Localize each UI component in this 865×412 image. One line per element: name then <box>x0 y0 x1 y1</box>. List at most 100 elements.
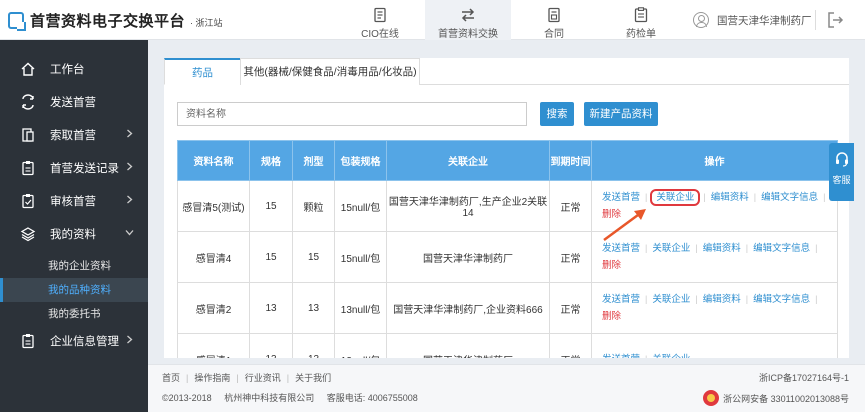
copyright-company: 杭州神中科技有限公司 <box>224 393 315 403</box>
footer-divider: | <box>186 373 189 383</box>
cell-name: 感冒清2 <box>177 282 250 334</box>
sidebar-sub-authorization[interactable]: 我的委托书 <box>0 302 148 326</box>
link-company-link[interactable]: 关联企业 <box>652 354 690 359</box>
product-table: 资料名称 规格 剂型 包装规格 关联企业 到期时间 操作 感冒清5(测试) 15… <box>177 140 838 358</box>
contract-icon <box>548 7 560 23</box>
sidebar-item-my-materials[interactable]: 我的资料 <box>0 217 148 250</box>
cell-form: 13 <box>292 333 335 358</box>
header-divider <box>815 10 816 30</box>
table-row: 感冒清4 15 15 15null/包 国营天津华津制药厂 正常 发送首营 | 关联… <box>177 231 838 283</box>
action-divider: | <box>645 294 648 304</box>
cell-spec: 13 <box>249 333 293 358</box>
cell-name: 感冒清1 <box>177 333 250 358</box>
link-company-link[interactable]: 关联企业 <box>652 243 690 254</box>
sidebar-item-audit[interactable]: 审核首营 <box>0 184 148 217</box>
cell-pack: 15null/包 <box>334 231 387 283</box>
police-record-text: 浙公网安备 33011002013088号 <box>723 393 849 404</box>
edit-text-link[interactable]: 编辑文字信息 <box>753 294 810 305</box>
search-input[interactable] <box>177 102 527 126</box>
record-icon <box>22 160 34 175</box>
tab-drugs[interactable]: 药品 <box>164 58 241 85</box>
tab-bar: 药品 其他(器械/保健食品/消毒用品/化妆品) <box>164 58 849 85</box>
action-divider: | <box>815 243 818 253</box>
footer-link-home[interactable]: 首页 <box>162 373 180 383</box>
link-company-link[interactable]: 关联企业 <box>650 189 701 206</box>
sidebar-item-label: 首营发送记录 <box>50 162 119 175</box>
cell-form: 15 <box>292 231 335 283</box>
logo-site: · 浙江站 <box>190 17 223 28</box>
edit-link[interactable]: 编辑资料 <box>703 243 741 254</box>
chevron-right-icon <box>127 129 133 138</box>
action-divider: | <box>753 192 757 202</box>
sidebar-item-label: 索取首营 <box>50 129 96 142</box>
action-divider: | <box>645 354 647 359</box>
edit-link[interactable]: 编辑资料 <box>703 294 741 305</box>
new-product-button[interactable]: 新建产品资料 <box>584 102 658 126</box>
user-menu[interactable]: 国营天津华津制药厂 <box>693 12 812 28</box>
action-divider: | <box>745 294 749 304</box>
cell-expiry: 正常 <box>549 333 592 358</box>
sidebar: 工作台 发送首营 索取首营 首营发送记录 审核首营 我的资料 我的企业资料 我的… <box>0 40 148 412</box>
cell-pack: 15null/包 <box>334 180 387 232</box>
nav-label: CIO在线 <box>361 29 399 40</box>
sidebar-item-label: 工作台 <box>50 63 85 76</box>
sidebar-sub-product-info[interactable]: 我的品种资料 <box>0 278 148 302</box>
send-icon <box>22 93 34 110</box>
logout-icon[interactable] <box>826 11 844 29</box>
chevron-down-icon <box>125 230 134 236</box>
col-header-expiry: 到期时间 <box>549 140 592 181</box>
nav-cio-online[interactable]: CIO在线 <box>339 0 421 40</box>
link-company-link[interactable]: 关联企业 <box>652 294 690 305</box>
sidebar-item-workbench[interactable]: 工作台 <box>0 52 148 85</box>
action-divider: | <box>745 243 749 253</box>
customer-service-tab[interactable]: 客服 <box>829 143 854 201</box>
delete-link[interactable]: 删除 <box>602 311 621 322</box>
col-header-name: 资料名称 <box>177 140 250 181</box>
send-link[interactable]: 发送首营 <box>602 294 640 305</box>
edit-text-link[interactable]: 编辑文字信息 <box>761 192 818 203</box>
cell-actions: 发送首营 | 关联企业 | 编辑资料 | 编辑文字信息 | 删除 <box>591 282 838 334</box>
sidebar-sub-enterprise-info[interactable]: 我的企业资料 <box>0 254 148 278</box>
nav-inspection-report[interactable]: 药检单 <box>600 0 682 40</box>
action-divider: | <box>823 192 826 202</box>
footer-divider: | <box>286 373 290 383</box>
sidebar-item-request[interactable]: 索取首营 <box>0 118 148 151</box>
footer-link-guide[interactable]: 操作指南 <box>194 373 230 383</box>
delete-link[interactable]: 删除 <box>602 260 621 271</box>
police-record[interactable]: 浙公网安备 33011002013088号 <box>703 390 849 406</box>
service-phone: 客服电话: 4006755008 <box>326 393 418 403</box>
cell-form: 13 <box>292 282 335 334</box>
chevron-right-icon <box>127 162 133 171</box>
edit-link[interactable]: 编辑资料 <box>711 192 749 203</box>
send-link[interactable]: 发送首营 <box>602 354 640 359</box>
edit-text-link[interactable]: 编辑文字信息 <box>753 243 810 254</box>
nav-material-exchange[interactable]: 首营资料交换 <box>425 0 511 40</box>
nav-label: 药检单 <box>626 29 656 40</box>
footer-link-about[interactable]: 关于我们 <box>295 373 331 383</box>
tab-others[interactable]: 其他(器械/保健食品/消毒用品/化妆品) <box>240 58 420 85</box>
footer-link-news[interactable]: 行业资讯 <box>245 373 281 383</box>
col-header-company: 关联企业 <box>386 140 550 181</box>
logo[interactable]: 首营资料电子交换平台 · 浙江站 <box>8 10 223 31</box>
cell-company: 国营天津华津制药厂,生产企业2关联14 <box>386 180 550 232</box>
footer-divider: | <box>236 373 239 383</box>
nav-contract[interactable]: 合同 <box>513 0 595 40</box>
cell-name: 感冒清4 <box>177 231 250 283</box>
cell-spec: 15 <box>249 231 293 283</box>
cell-form: 颗粒 <box>292 180 335 232</box>
nav-label: 首营资料交换 <box>438 29 498 40</box>
action-divider: | <box>695 294 698 304</box>
sidebar-item-enterprise-management[interactable]: 企业信息管理 <box>0 324 148 357</box>
sidebar-item-send-record[interactable]: 首营发送记录 <box>0 151 148 184</box>
audit-icon <box>22 193 34 208</box>
icp-record[interactable]: 浙ICP备17027164号-1 <box>759 371 849 384</box>
annotation-arrow-icon <box>603 209 646 242</box>
sidebar-item-label: 发送首营 <box>50 96 96 109</box>
col-header-actions: 操作 <box>591 140 838 181</box>
search-button[interactable]: 搜索 <box>540 102 574 126</box>
cell-expiry: 正常 <box>549 231 592 283</box>
chevron-right-icon <box>127 195 133 204</box>
layers-icon <box>20 226 36 241</box>
footer: 首页 | 操作指南 | 行业资讯 | 关于我们 ©2013-2018 杭州神中科技有限公司 … <box>148 364 865 412</box>
sidebar-item-send[interactable]: 发送首营 <box>0 85 148 118</box>
